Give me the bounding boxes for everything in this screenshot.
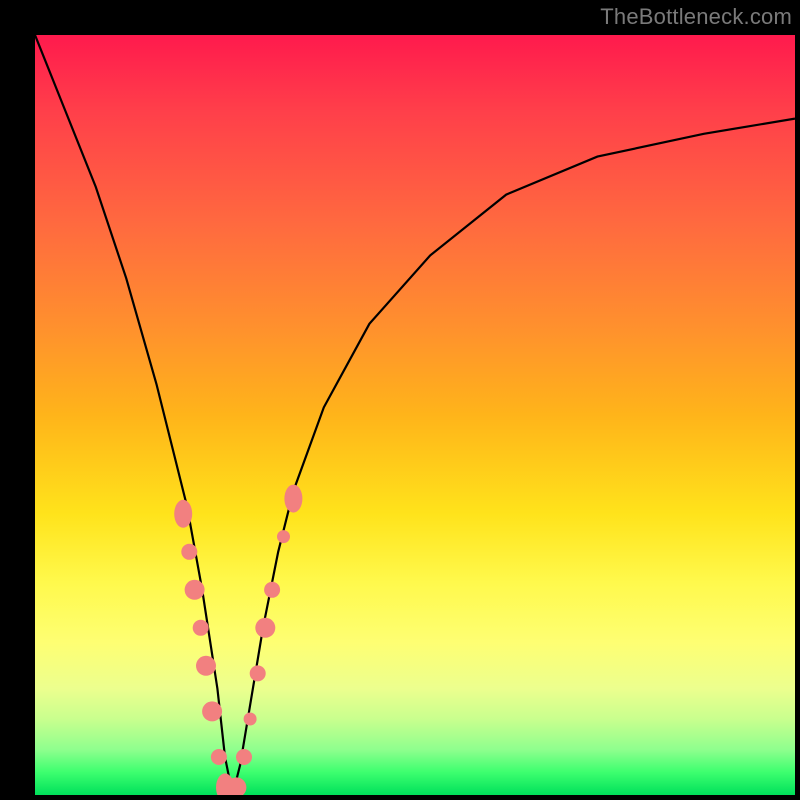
bottleneck-curve: [35, 35, 795, 795]
curve-svg: [35, 35, 795, 795]
data-point: [255, 618, 275, 638]
chart-frame: TheBottleneck.com: [0, 0, 800, 800]
plot-area: [35, 35, 795, 795]
data-point: [236, 749, 252, 765]
data-point: [196, 656, 216, 676]
data-point: [250, 665, 266, 681]
data-point: [185, 580, 205, 600]
data-point: [264, 582, 280, 598]
watermark-text: TheBottleneck.com: [600, 4, 792, 30]
data-point: [211, 749, 227, 765]
data-point: [193, 620, 209, 636]
data-point: [174, 500, 192, 528]
data-point: [181, 544, 197, 560]
data-point: [277, 530, 290, 543]
data-point: [284, 485, 302, 513]
marker-layer: [174, 485, 302, 795]
data-point: [244, 713, 257, 726]
data-point: [202, 701, 222, 721]
